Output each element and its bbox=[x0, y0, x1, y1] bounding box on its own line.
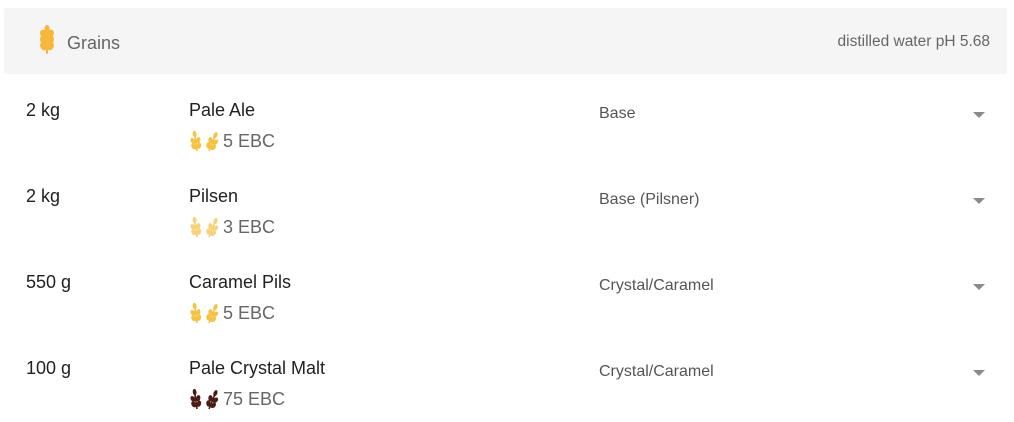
water-ph-note: distilled water pH 5.68 bbox=[837, 33, 991, 50]
grain-color: 5 EBC bbox=[189, 129, 275, 153]
grain-color: 5 EBC bbox=[189, 301, 275, 325]
dropdown-arrow-icon bbox=[973, 370, 985, 376]
grain-type-dropdown[interactable] bbox=[970, 194, 988, 208]
grains-header: Grains distilled water pH 5.68 bbox=[4, 8, 1007, 74]
dropdown-arrow-icon bbox=[973, 284, 985, 290]
grain-ebc: 5 EBC bbox=[223, 302, 276, 323]
wheat-icon bbox=[189, 301, 219, 325]
grain-row: 2 kg Pale Ale 5 EBC Base bbox=[0, 99, 1014, 185]
dropdown-arrow-icon bbox=[973, 112, 985, 118]
grain-ebc: 5 EBC bbox=[223, 130, 276, 151]
grain-amount[interactable]: 550 g bbox=[26, 272, 71, 293]
grain-color: 75 EBC bbox=[189, 387, 285, 411]
grain-name[interactable]: Pale Crystal Malt bbox=[189, 358, 325, 379]
grain-amount[interactable]: 2 kg bbox=[26, 186, 60, 207]
grain-name[interactable]: Caramel Pils bbox=[189, 272, 291, 293]
grain-row: 550 g Caramel Pils 5 EBC Crystal/Caramel bbox=[0, 271, 1014, 357]
grain-type[interactable]: Base (Pilsner) bbox=[599, 191, 699, 209]
wheat-icon bbox=[189, 387, 219, 411]
grain-type-dropdown[interactable] bbox=[970, 280, 988, 294]
wheat-icon bbox=[189, 215, 219, 239]
section-title: Grains bbox=[67, 33, 121, 53]
grain-color: 3 EBC bbox=[189, 215, 275, 239]
grain-ebc: 75 EBC bbox=[223, 388, 286, 409]
grain-type-dropdown[interactable] bbox=[970, 108, 988, 122]
grain-name[interactable]: Pilsen bbox=[189, 186, 238, 207]
wheat-icon bbox=[189, 129, 219, 153]
grain-type[interactable]: Crystal/Caramel bbox=[599, 277, 714, 295]
grain-row: 2 kg Pilsen 3 EBC Base (Pilsner) bbox=[0, 185, 1014, 271]
grain-row: 100 g Pale Crystal Malt 75 EBC Crystal/C… bbox=[0, 357, 1014, 422]
grain-name[interactable]: Pale Ale bbox=[189, 100, 255, 121]
grain-type-dropdown[interactable] bbox=[970, 366, 988, 380]
grain-icon bbox=[40, 25, 54, 54]
grain-ebc: 3 EBC bbox=[223, 216, 276, 237]
grain-amount[interactable]: 2 kg bbox=[26, 100, 60, 121]
grain-type[interactable]: Base bbox=[599, 105, 635, 123]
dropdown-arrow-icon bbox=[973, 198, 985, 204]
grain-type[interactable]: Crystal/Caramel bbox=[599, 363, 714, 381]
grain-amount[interactable]: 100 g bbox=[26, 358, 71, 379]
